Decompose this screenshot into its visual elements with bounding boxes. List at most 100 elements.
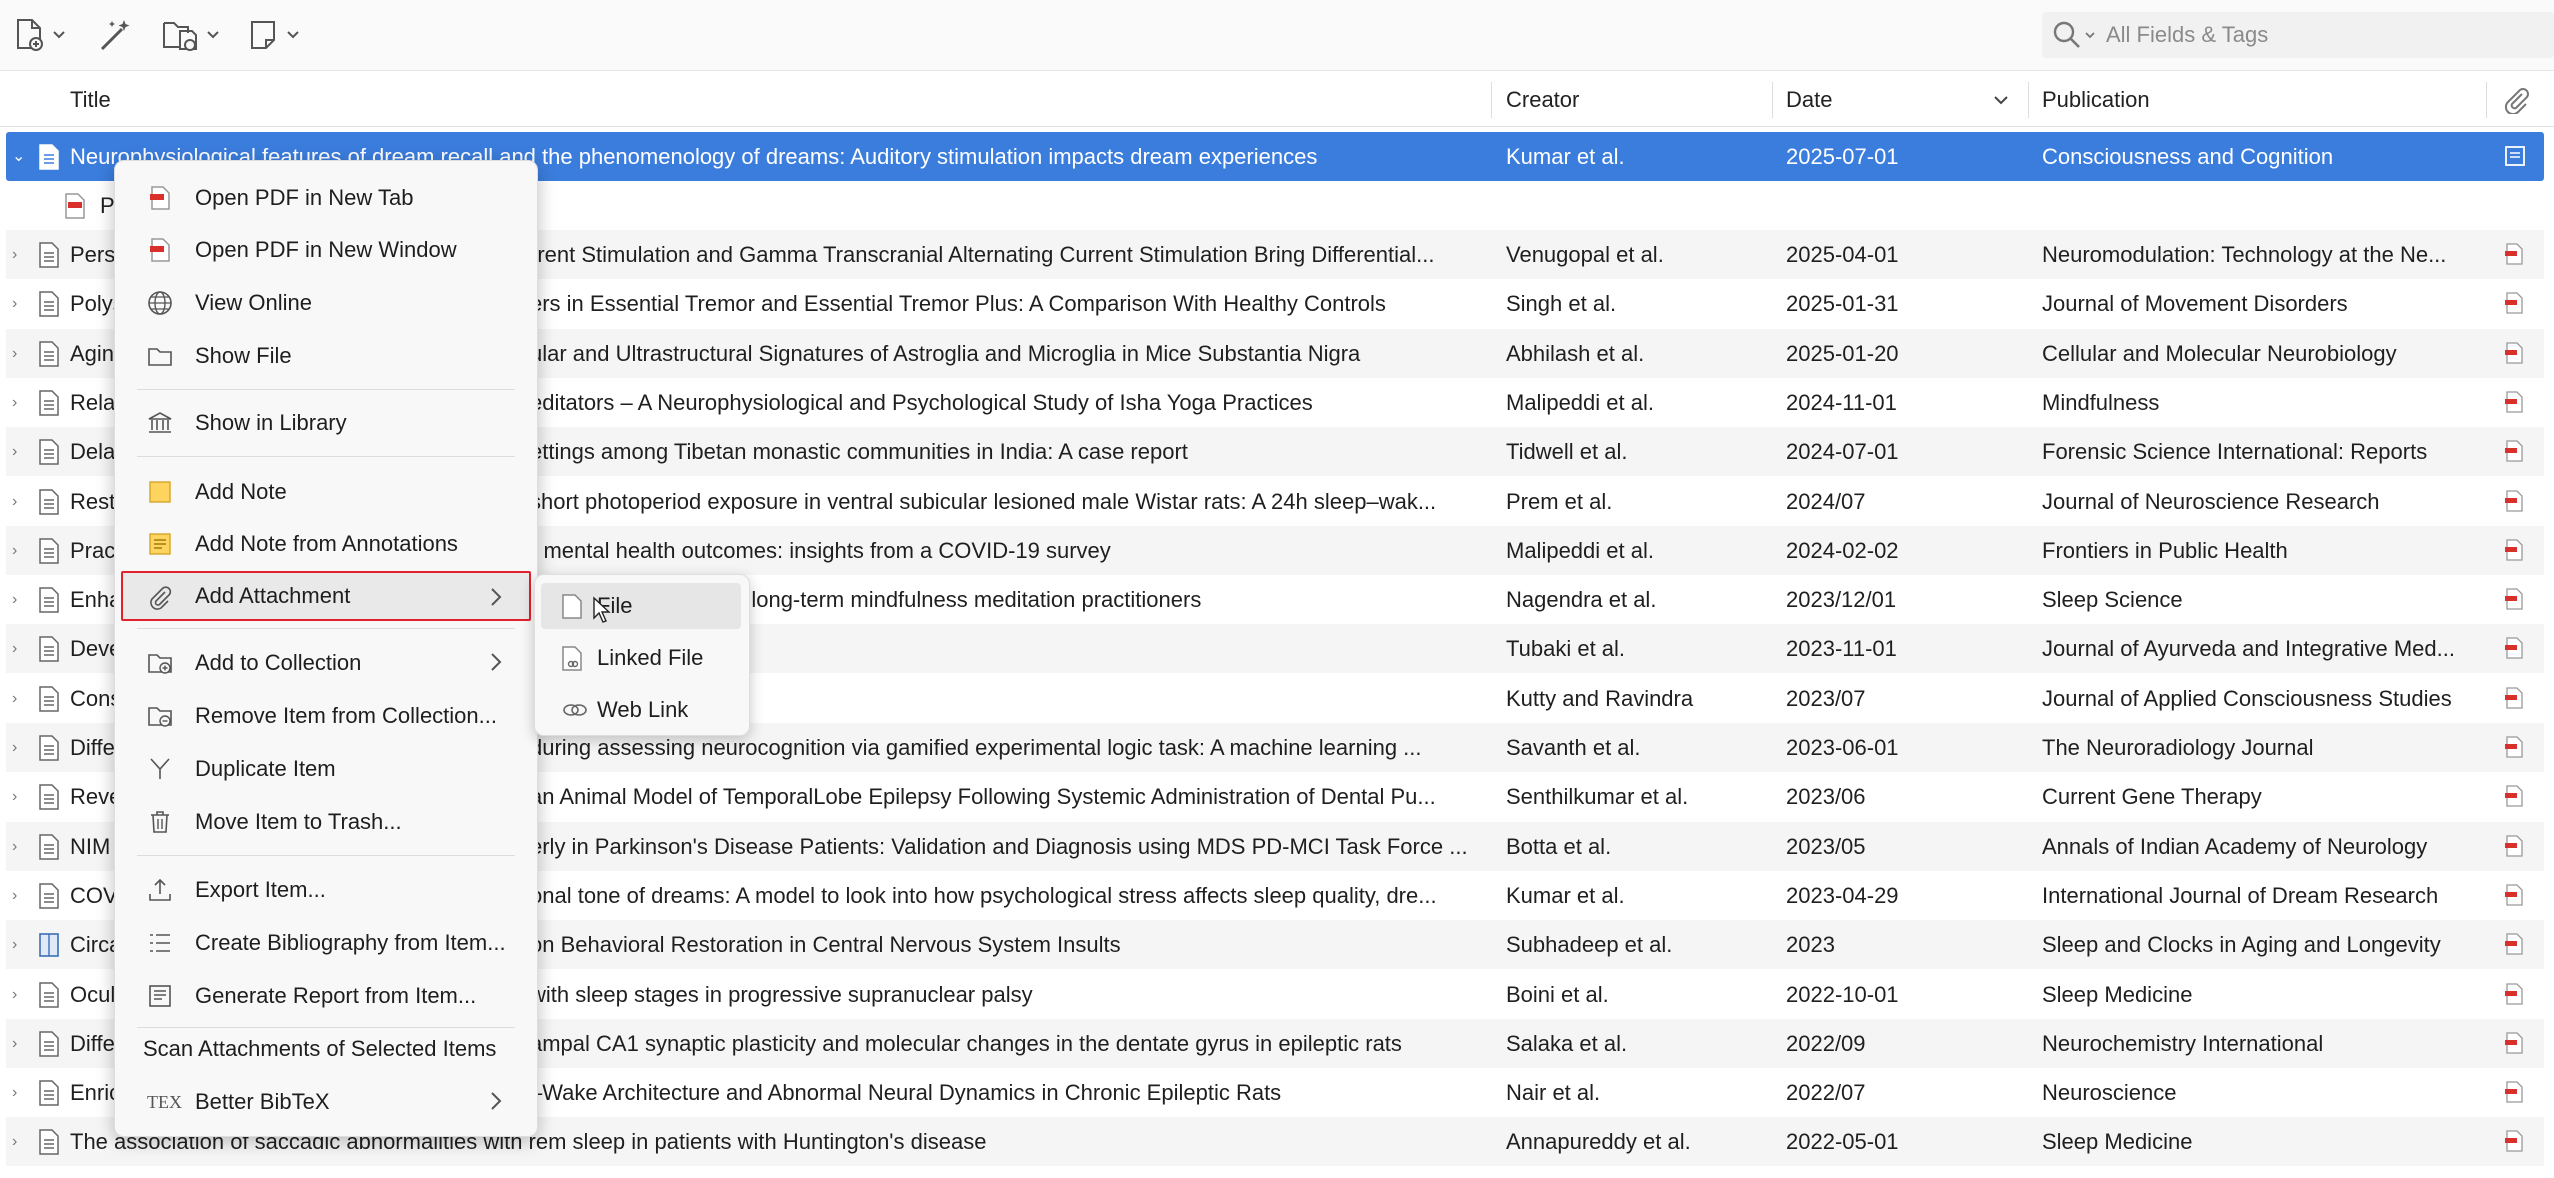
- pdf-attachment-icon[interactable]: [2504, 687, 2524, 709]
- menu-separator: [137, 628, 515, 629]
- row-date: 2023: [1786, 932, 1835, 958]
- row-publication: Journal of Neuroscience Research: [2042, 488, 2380, 514]
- pdf-attachment-icon[interactable]: [2504, 243, 2524, 265]
- pdf-attachment-icon[interactable]: [2504, 982, 2524, 1005]
- attachment-indicator-icon[interactable]: [2504, 145, 2526, 167]
- row-publication: Forensic Science International: Reports: [2042, 439, 2428, 465]
- attachment-add-icon: [163, 22, 197, 51]
- note-icon: [149, 481, 171, 503]
- submenu-item-web-link[interactable]: Web Link: [541, 687, 741, 733]
- pdf-attachment-icon[interactable]: [2504, 884, 2524, 906]
- menu-item-add-attachment[interactable]: Add Attachment: [121, 571, 531, 621]
- column-divider[interactable]: [2486, 82, 2487, 118]
- expand-chevron-icon[interactable]: ›: [12, 1117, 28, 1166]
- journal-article-icon: [39, 981, 59, 1008]
- expand-chevron-icon[interactable]: ›: [12, 970, 28, 1019]
- file-icon: [562, 594, 582, 619]
- pdf-attachment-icon[interactable]: [2504, 440, 2524, 462]
- folder-icon: [148, 348, 172, 366]
- new-item-button[interactable]: [14, 12, 66, 58]
- pdf-attachment-icon[interactable]: [2504, 834, 2524, 857]
- pdf-attachment-icon[interactable]: [2504, 785, 2524, 807]
- menu-item-duplicate-item[interactable]: Duplicate Item: [123, 744, 529, 794]
- pdf-attachment-icon[interactable]: [2504, 637, 2524, 660]
- pdf-attachment-icon[interactable]: [2504, 489, 2524, 512]
- collection-add-icon: [148, 654, 172, 674]
- expand-chevron-icon[interactable]: ›: [12, 822, 28, 871]
- row-date: 2023/12/01: [1786, 587, 1897, 613]
- pdf-attachment-icon[interactable]: [2504, 391, 2524, 413]
- submenu-item-linked-file[interactable]: Linked File: [541, 635, 741, 681]
- paperclip-icon: [150, 586, 172, 610]
- pdf-attachment-icon[interactable]: [2504, 1032, 2524, 1054]
- expand-chevron-icon[interactable]: ›: [12, 674, 28, 723]
- menu-item-open-pdf-new-window[interactable]: Open PDF in New Window: [123, 225, 529, 275]
- menu-item-scan-attachments[interactable]: Scan Attachments of Selected Items: [123, 1024, 529, 1074]
- row-creator: Nair et al.: [1506, 1080, 1601, 1106]
- journal-article-icon: [39, 883, 59, 909]
- sort-descending-icon[interactable]: [1993, 94, 2009, 106]
- pdf-attachment-icon[interactable]: [2504, 588, 2524, 610]
- menu-item-generate-report[interactable]: Generate Report from Item...: [123, 971, 529, 1021]
- pdf-attachment-icon[interactable]: [2504, 292, 2524, 314]
- column-divider[interactable]: [1772, 82, 1773, 118]
- add-attachment-toolbar-button[interactable]: [160, 12, 220, 58]
- expand-chevron-icon[interactable]: ›: [12, 772, 28, 821]
- expand-chevron-icon[interactable]: ›: [12, 920, 28, 969]
- menu-item-move-to-trash[interactable]: Move Item to Trash...: [123, 797, 529, 847]
- column-divider[interactable]: [1491, 82, 1492, 118]
- menu-item-show-in-library[interactable]: Show in Library: [123, 398, 529, 448]
- pdf-attachment-icon[interactable]: [2504, 539, 2524, 561]
- expand-chevron-icon[interactable]: ›: [12, 1068, 28, 1117]
- expand-chevron-icon[interactable]: ›: [12, 378, 28, 427]
- pdf-attachment-icon[interactable]: [2504, 341, 2524, 364]
- expand-chevron-icon[interactable]: ›: [12, 723, 28, 772]
- column-divider[interactable]: [2028, 82, 2029, 118]
- menu-item-add-note[interactable]: Add Note: [123, 467, 529, 517]
- pdf-icon: [65, 193, 85, 219]
- expand-chevron-icon[interactable]: ›: [12, 279, 28, 328]
- menu-item-show-file[interactable]: Show File: [123, 331, 529, 381]
- menu-item-add-note-from-annotations[interactable]: Add Note from Annotations: [123, 519, 529, 569]
- add-by-identifier-button[interactable]: [98, 12, 134, 58]
- row-date: 2025-01-20: [1786, 340, 1899, 366]
- row-title-start: Diffe: [70, 1030, 115, 1056]
- menu-item-export-item[interactable]: Export Item...: [123, 865, 529, 915]
- column-creator[interactable]: Creator: [1506, 74, 1579, 126]
- row-title-rest: on Behavioral Restoration in Central Ner…: [530, 932, 1121, 958]
- expand-chevron-icon[interactable]: ›: [12, 526, 28, 575]
- expand-chevron-icon[interactable]: ›: [12, 624, 28, 673]
- search-input[interactable]: [2106, 22, 2526, 48]
- expand-chevron-icon[interactable]: ›: [12, 329, 28, 378]
- new-note-button[interactable]: [248, 12, 300, 58]
- column-publication[interactable]: Publication: [2042, 74, 2150, 126]
- pdf-attachment-icon[interactable]: [2504, 933, 2524, 955]
- journal-article-icon: [39, 636, 59, 663]
- row-title-start: Persi: [70, 242, 121, 267]
- pdf-attachment-icon[interactable]: [2504, 1081, 2524, 1103]
- row-title-rest: onal tone of dreams: A model to look int…: [530, 882, 1437, 908]
- expand-chevron-icon[interactable]: ›: [12, 230, 28, 279]
- column-date[interactable]: Date: [1786, 74, 1832, 126]
- collapse-chevron-icon[interactable]: ⌄: [12, 132, 28, 181]
- expand-chevron-icon[interactable]: ›: [12, 1019, 28, 1068]
- submenu-item-file[interactable]: File: [541, 583, 741, 629]
- menu-item-remove-from-collection[interactable]: Remove Item from Collection...: [123, 691, 529, 741]
- menu-item-open-pdf-new-tab[interactable]: Open PDF in New Tab: [123, 173, 529, 223]
- menu-item-view-online[interactable]: View Online: [123, 278, 529, 328]
- row-title-start: Agin: [70, 340, 115, 366]
- search-bar[interactable]: [2042, 12, 2554, 58]
- expand-chevron-icon[interactable]: ›: [12, 427, 28, 476]
- pdf-attachment-icon[interactable]: [2504, 1130, 2524, 1153]
- expand-chevron-icon[interactable]: ›: [12, 477, 28, 526]
- menu-item-better-bibtex[interactable]: TEX Better BibTeX: [123, 1077, 529, 1127]
- menu-item-create-bibliography[interactable]: Create Bibliography from Item...: [123, 918, 529, 968]
- menu-item-add-to-collection[interactable]: Add to Collection: [123, 638, 529, 688]
- attachment-column-icon[interactable]: [2502, 86, 2530, 114]
- pdf-attachment-icon[interactable]: [2504, 736, 2524, 758]
- expand-chevron-icon[interactable]: ›: [12, 575, 28, 624]
- expand-chevron-icon[interactable]: ›: [12, 871, 28, 920]
- column-title[interactable]: Title: [70, 74, 111, 126]
- row-creator: Nagendra et al.: [1506, 587, 1657, 613]
- row-publication: Cellular and Molecular Neurobiology: [2042, 340, 2397, 366]
